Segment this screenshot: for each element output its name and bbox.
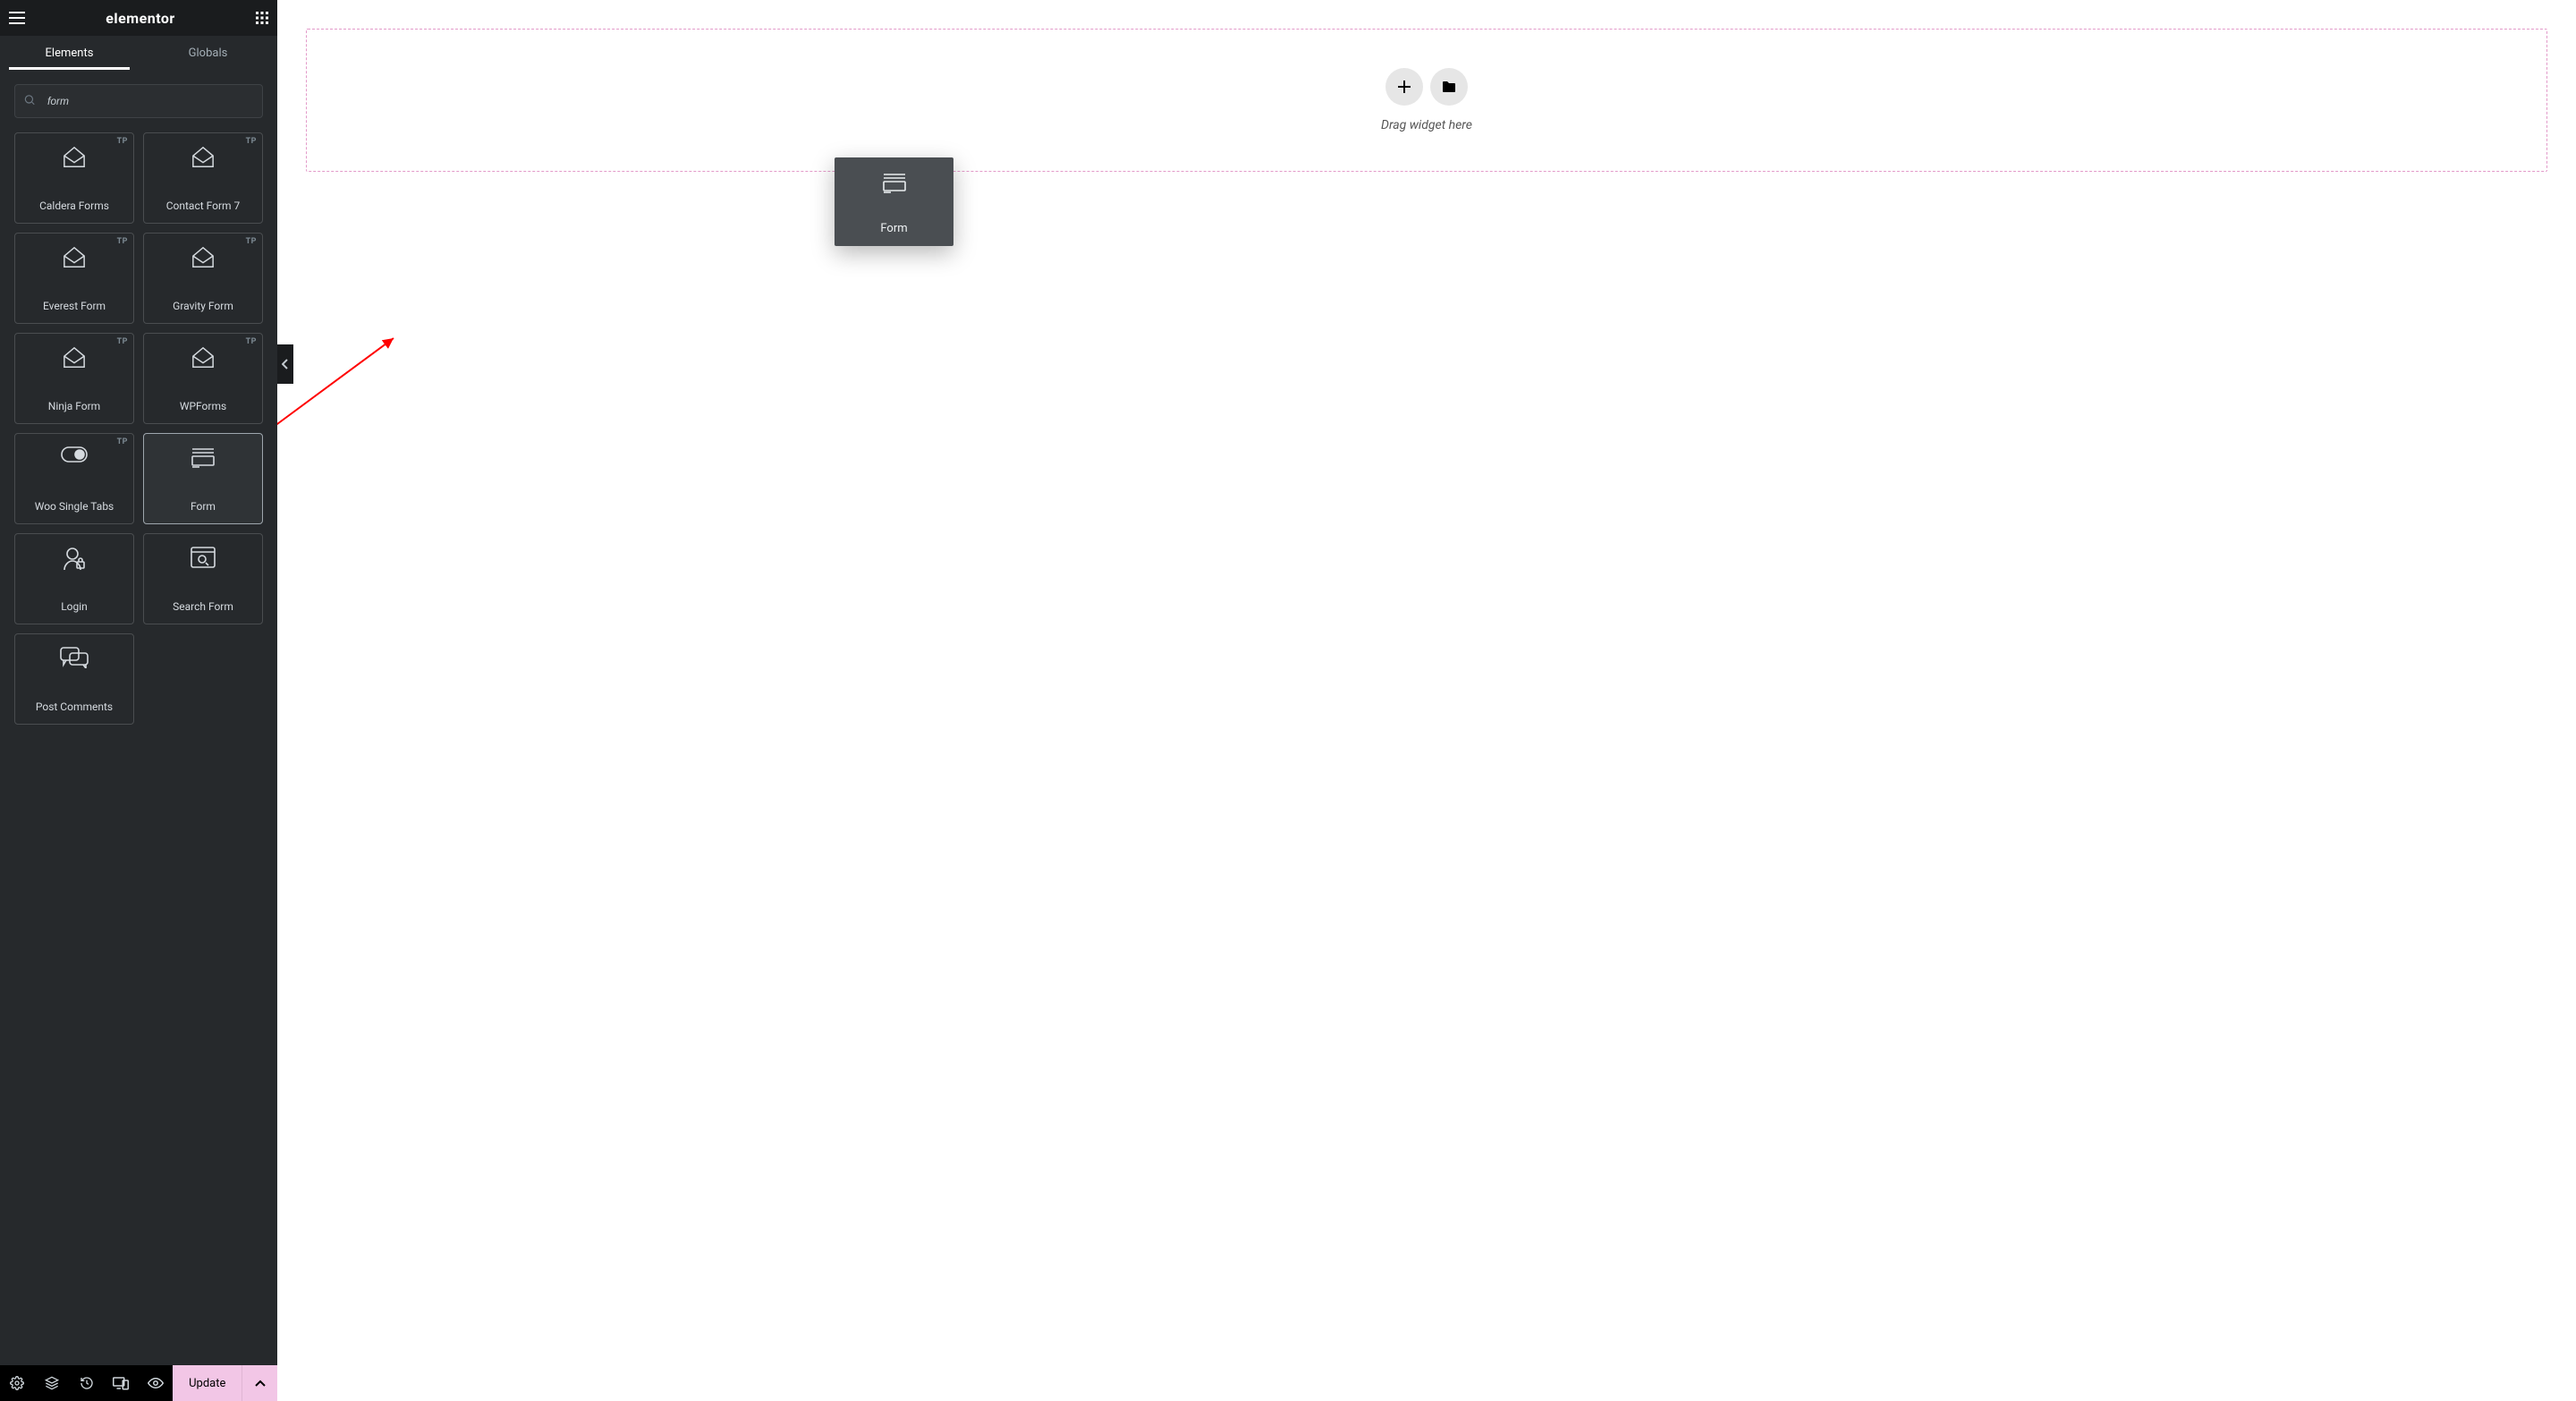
tab-label: Elements [46, 47, 94, 60]
widget-label: Login [61, 600, 88, 613]
envelope-icon [61, 246, 88, 273]
widget-label: Form [191, 500, 216, 513]
settings-button[interactable] [0, 1365, 35, 1401]
widget-label: Post Comments [36, 700, 113, 713]
layers-icon [45, 1376, 59, 1390]
hamburger-icon [9, 12, 25, 24]
update-label: Update [189, 1377, 225, 1390]
widget-card-form[interactable]: Form [143, 433, 263, 524]
responsive-button[interactable] [104, 1365, 139, 1401]
widget-card-caldera-forms[interactable]: TP Caldera Forms [14, 132, 134, 224]
section-dropzone[interactable]: Drag widget here [306, 29, 2547, 172]
widget-card-everest-form[interactable]: TP Everest Form [14, 233, 134, 324]
widget-card-login[interactable]: Login [14, 533, 134, 624]
brand-logo: elementor [106, 10, 175, 27]
tp-badge: TP [117, 237, 128, 246]
widget-card-search-form[interactable]: Search Form [143, 533, 263, 624]
history-button[interactable] [69, 1365, 104, 1401]
widget-label: Contact Form 7 [166, 200, 241, 212]
envelope-icon [61, 146, 88, 173]
annotation-arrow-drag [277, 331, 402, 438]
login-icon [63, 547, 86, 575]
widgets-grid-button[interactable] [256, 12, 268, 24]
tp-badge: TP [117, 437, 128, 446]
drag-ghost-form: Form [835, 157, 953, 246]
widget-label: Woo Single Tabs [35, 500, 114, 513]
form-icon [190, 446, 216, 471]
panel-body: TP Caldera Forms TP Contact Form 7 TP [0, 70, 277, 1365]
add-section-button[interactable] [1385, 68, 1423, 106]
gear-icon [10, 1376, 24, 1390]
envelope-icon [61, 346, 88, 373]
panel-footer: Update [0, 1365, 277, 1401]
elementor-panel: elementor Elements Globals TP Caldera Fo… [0, 0, 277, 1401]
widget-label: Search Form [173, 600, 233, 613]
widget-card-gravity-form[interactable]: TP Gravity Form [143, 233, 263, 324]
widget-card-woo-single-tabs[interactable]: TP Woo Single Tabs [14, 433, 134, 524]
tp-badge: TP [246, 337, 257, 346]
panel-tabs: Elements Globals [0, 36, 277, 70]
tp-badge: TP [246, 237, 257, 246]
tp-badge: TP [117, 137, 128, 146]
menu-button[interactable] [9, 12, 25, 24]
folder-icon [1442, 81, 1456, 93]
plus-icon [1397, 80, 1411, 94]
form-icon [881, 172, 908, 197]
envelope-icon [190, 146, 216, 173]
tp-badge: TP [246, 137, 257, 146]
widget-card-post-comments[interactable]: Post Comments [14, 633, 134, 725]
widget-card-contact-form-7[interactable]: TP Contact Form 7 [143, 132, 263, 224]
widget-label: Gravity Form [173, 300, 233, 312]
dropzone-buttons [1385, 68, 1468, 106]
drag-ghost-label: Form [880, 222, 907, 235]
widget-card-ninja-form[interactable]: TP Ninja Form [14, 333, 134, 424]
dropzone-hint: Drag widget here [1381, 118, 1472, 132]
envelope-icon [190, 246, 216, 273]
widgets-grid: TP Caldera Forms TP Contact Form 7 TP [14, 132, 263, 725]
search-input[interactable] [14, 84, 263, 118]
widget-label: Everest Form [43, 300, 106, 312]
panel-header: elementor [0, 0, 277, 36]
envelope-icon [190, 346, 216, 373]
widget-label: WPForms [180, 400, 226, 412]
comments-icon [60, 647, 89, 672]
widget-label: Caldera Forms [39, 200, 109, 212]
widget-card-wpforms[interactable]: TP WPForms [143, 333, 263, 424]
add-template-button[interactable] [1430, 68, 1468, 106]
search-container [14, 84, 263, 118]
chevron-up-icon [255, 1380, 266, 1387]
update-options-button[interactable] [242, 1365, 277, 1401]
update-button[interactable]: Update [173, 1365, 242, 1401]
tab-label: Globals [189, 47, 228, 60]
tp-badge: TP [117, 337, 128, 346]
apps-grid-icon [256, 12, 268, 24]
preview-button[interactable] [139, 1365, 174, 1401]
eye-icon [148, 1377, 164, 1389]
tab-elements[interactable]: Elements [0, 36, 139, 70]
widget-label: Ninja Form [48, 400, 100, 412]
search-icon [23, 93, 36, 110]
toggle-icon [61, 446, 88, 466]
history-icon [80, 1376, 94, 1390]
editor-canvas[interactable]: Drag widget here Form [277, 0, 2576, 1401]
search-window-icon [191, 547, 216, 572]
navigator-button[interactable] [35, 1365, 70, 1401]
devices-icon [113, 1376, 129, 1390]
tab-globals[interactable]: Globals [139, 36, 277, 70]
